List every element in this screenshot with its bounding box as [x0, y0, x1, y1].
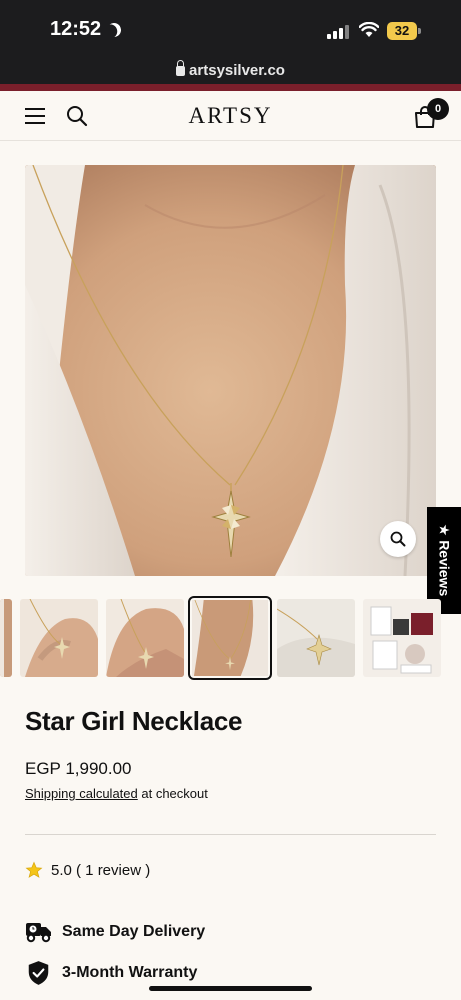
thumbnail-pendant-on-fabric[interactable]: [277, 599, 355, 677]
feature-same-day-delivery: Same Day Delivery: [25, 921, 205, 943]
shipping-suffix: at checkout: [137, 786, 208, 801]
shipping-link[interactable]: Shipping calculated: [25, 786, 138, 801]
rating-text: 5.0 ( 1 review ): [51, 861, 151, 879]
thumbnail-hand-ring[interactable]: [20, 599, 98, 677]
feature-label: Same Day Delivery: [62, 923, 206, 940]
reviews-side-tab[interactable]: ★ Reviews: [427, 507, 461, 614]
site-header: ARTSY: [0, 91, 461, 141]
moon-icon: [105, 21, 123, 39]
shield-check-icon: [28, 961, 49, 985]
product-main-image[interactable]: [25, 165, 436, 576]
thumbnail-partial[interactable]: [0, 599, 12, 677]
reviews-tab-label: ★ Reviews: [436, 523, 453, 597]
cart-count-badge: 0: [427, 98, 449, 120]
lock-icon: [176, 60, 186, 76]
zoom-icon: [390, 531, 406, 547]
url-bar[interactable]: artsysilver.co: [0, 60, 461, 84]
status-time: 12:52: [50, 18, 121, 41]
product-title: Star Girl Necklace: [25, 706, 243, 736]
battery-level: 32: [387, 22, 417, 40]
star-icon: [25, 861, 43, 878]
divider: [25, 834, 436, 835]
rating-summary[interactable]: 5.0 ( 1 review ): [25, 861, 150, 879]
home-indicator: [149, 986, 312, 991]
zoom-button[interactable]: [380, 521, 416, 557]
signal-icon: [327, 25, 349, 39]
thumbnail-hand-pendant[interactable]: [106, 599, 184, 677]
feature-warranty: 3-Month Warranty: [25, 960, 197, 986]
wifi-icon: [359, 22, 379, 37]
url-text: artsysilver.co: [189, 62, 285, 79]
clock: 12:52: [50, 18, 102, 40]
shipping-note: Shipping calculated at checkout: [25, 786, 208, 801]
product-price: EGP 1,990.00: [25, 759, 132, 778]
status-bar: 12:52 32: [0, 0, 461, 62]
delivery-truck-icon: [26, 923, 51, 943]
thumbnail-neck-pendant-selected[interactable]: [188, 596, 272, 680]
feature-label: 3-Month Warranty: [62, 964, 198, 981]
battery-icon: 32: [387, 22, 421, 40]
brand-logo[interactable]: ARTSY: [0, 103, 461, 129]
announcement-bar: [0, 84, 461, 91]
thumbnail-packaging[interactable]: [363, 599, 441, 677]
